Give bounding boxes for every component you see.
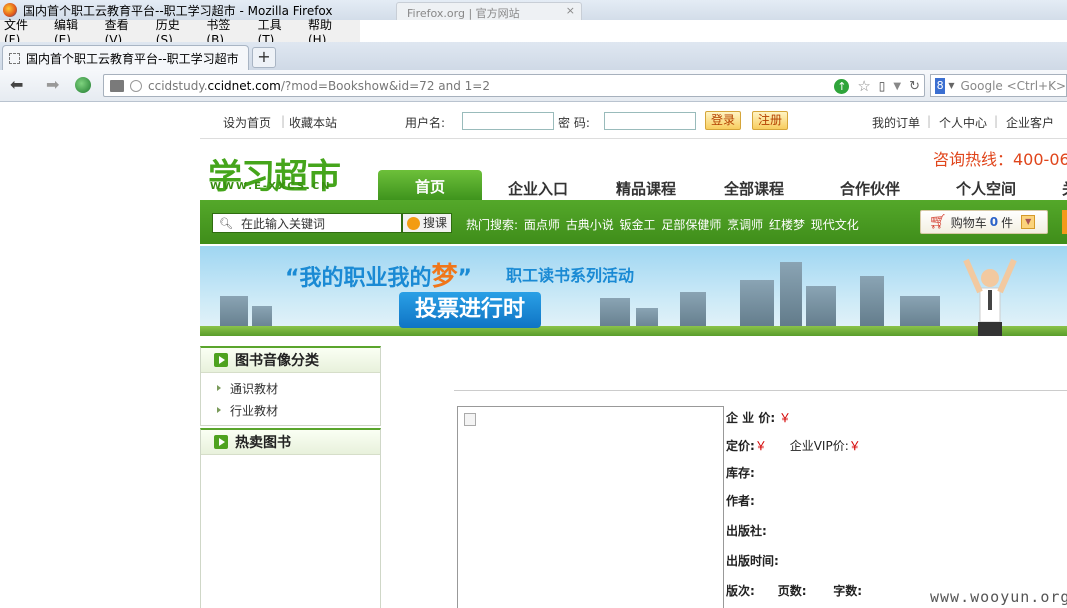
url-bar[interactable]: ccidstudy.ccidnet.com/?mod=Bookshow&id=7…: [103, 74, 925, 97]
back-arrow-icon[interactable]: ⬅: [10, 77, 23, 93]
hot-search-terms[interactable]: 面点师 古典小说 钣金工 足部保健师 烹调师 红楼梦 现代文化: [524, 218, 859, 232]
promo-banner[interactable]: “我的职业我的梦” 职工读书系列活动 投票进行时: [200, 246, 1067, 336]
category-item-industry[interactable]: 行业教材: [201, 399, 380, 421]
grass-decoration: [200, 326, 1067, 336]
add-favorite-link[interactable]: 收藏本站: [289, 114, 337, 131]
url-text[interactable]: ccidstudy.ccidnet.com/?mod=Bookshow&id=7…: [148, 79, 490, 93]
nav-all-courses[interactable]: 全部课程: [724, 178, 784, 199]
category-panel-title: 图书音像分类: [235, 353, 319, 369]
register-button[interactable]: 注册: [752, 111, 789, 130]
divider: |: [994, 114, 999, 128]
course-search-input[interactable]: 🔍︎ 在此输入关键词: [212, 213, 402, 233]
navigation-bar: ⬅ ➡ ccidstudy.ccidnet.com/?mod=Bookshow&…: [0, 70, 1067, 102]
cart-label: 购物车: [950, 215, 987, 230]
browser-search-placeholder: Google <Ctrl+K>: [960, 78, 1066, 93]
content-divider: [454, 390, 1067, 391]
banner-title: “我的职业我的梦”: [285, 262, 472, 292]
hotline-text: 咨询热线：400-06: [933, 150, 1067, 169]
hot-books-panel-header: 热卖图书: [201, 430, 380, 455]
nav-home[interactable]: 首页: [378, 170, 482, 201]
forward-arrow-icon[interactable]: ➡: [46, 77, 59, 93]
active-tab-label: 国内首个职工云教育平台--职工学习超市: [26, 51, 239, 66]
hot-books-panel-title: 热卖图书: [235, 435, 291, 451]
menu-bar: 文件(F) 编辑(E) 查看(V) 历史(S) 书签(B) 工具(T) 帮助(H…: [0, 18, 360, 47]
nav-partners[interactable]: 合作伙伴: [840, 178, 900, 199]
dropdown-arrow-icon[interactable]: ▼: [893, 81, 901, 92]
hot-books-panel: 热卖图书: [200, 428, 381, 608]
page-favicon-icon: [9, 52, 20, 64]
shopping-cart[interactable]: 🛒︎ 购物车 0 件 ▼: [920, 210, 1048, 234]
stock-row: 库存:: [726, 466, 755, 480]
search-bar-strip: 🔍︎ 在此输入关键词 搜课 热门搜索: 面点师 古典小说 钣金工 足部保健师 烹…: [200, 200, 1067, 244]
building-decoration: [780, 262, 802, 336]
search-course-button[interactable]: 搜课: [402, 213, 452, 233]
personal-center-link[interactable]: 个人中心: [939, 114, 987, 131]
mobile-icon[interactable]: ▯: [879, 79, 886, 93]
username-input[interactable]: [462, 112, 554, 130]
nav-enterprise[interactable]: 企业入口: [508, 178, 568, 199]
publisher-row: 出版社:: [726, 524, 767, 538]
publish-date-row: 出版时间:: [726, 554, 779, 568]
cart-count: 0: [989, 215, 999, 229]
hot-search-label: 热门搜索:: [466, 218, 519, 232]
nav-featured-courses[interactable]: 精品课程: [616, 178, 676, 199]
nav-more[interactable]: 关: [1062, 178, 1067, 199]
go-arrow-icon[interactable]: ↑: [834, 78, 850, 94]
main-nav: 首页 企业入口 精品课程 全部课程 合作伙伴 个人空间 关: [378, 170, 1067, 201]
banner-vote-button[interactable]: 投票进行时: [399, 292, 541, 328]
play-icon: [214, 353, 228, 367]
password-label: 密 码:: [558, 116, 590, 130]
corporate-client-link[interactable]: 企业客户: [1006, 114, 1054, 131]
cart-dropdown-icon[interactable]: ▼: [1021, 215, 1036, 229]
banner-subtitle: 职工读书系列活动: [506, 266, 635, 285]
list-price-row: 定价:￥ 企业VIP价:￥: [726, 439, 861, 453]
category-panel: 图书音像分类 通识教材 行业教材: [200, 346, 381, 426]
cart-unit: 件: [1001, 215, 1014, 230]
addon-shield-icon[interactable]: [75, 77, 91, 93]
page-info-icon[interactable]: [110, 79, 124, 92]
category-panel-header: 图书音像分类: [201, 348, 380, 373]
site-logo-url: WWW.E-XXCS.CN: [210, 181, 332, 192]
username-label: 用户名:: [405, 116, 446, 130]
set-homepage-link[interactable]: 设为首页: [223, 114, 271, 131]
bookmark-star-icon[interactable]: ☆: [857, 77, 870, 95]
site-top-bar: 设为首页 | 收藏本站 用户名: 密 码: 登录 注册 我的订单 | 个人中心 …: [200, 103, 1067, 139]
globe-icon: [130, 79, 142, 92]
broken-image-icon: [464, 413, 476, 426]
play-icon: [214, 435, 228, 449]
background-tab-label: Firefox.org | 官方网站: [407, 7, 520, 20]
watermark: www.wooyun.org: [930, 588, 1067, 606]
corporate-price-row: 企 业 价: ￥: [726, 411, 791, 425]
active-tab[interactable]: 国内首个职工云教育平台--职工学习超市: [2, 45, 249, 70]
course-search-placeholder: 在此输入关键词: [240, 216, 325, 231]
browser-search-bar[interactable]: 8 ▼ Google <Ctrl+K>: [930, 74, 1067, 97]
engine-dropdown-icon[interactable]: ▼: [948, 81, 954, 90]
search-icon: 🔍︎: [219, 216, 233, 230]
google-icon[interactable]: 8: [935, 77, 946, 94]
background-tab[interactable]: Firefox.org | 官方网站 ×: [396, 2, 582, 20]
author-row: 作者:: [726, 494, 755, 508]
my-orders-link[interactable]: 我的订单: [872, 114, 920, 131]
cheering-man-illustration: [963, 258, 1017, 336]
web-page: 设为首页 | 收藏本站 用户名: 密 码: 登录 注册 我的订单 | 个人中心 …: [200, 103, 1067, 608]
nav-personal-space[interactable]: 个人空间: [956, 178, 1016, 199]
search-course-label: 搜课: [423, 216, 448, 230]
cart-edge-decoration: [1062, 210, 1067, 234]
divider: |: [927, 114, 932, 128]
close-icon[interactable]: ×: [566, 4, 575, 17]
category-item-general[interactable]: 通识教材: [201, 377, 380, 399]
hot-search: 热门搜索: 面点师 古典小说 钣金工 足部保健师 烹调师 红楼梦 现代文化: [466, 216, 859, 233]
tab-strip: 国内首个职工云教育平台--职工学习超市 +: [0, 42, 1067, 70]
divider: |: [281, 114, 286, 128]
search-button-icon: [407, 216, 420, 230]
edition-row: 版次: 页数: 字数:: [726, 584, 863, 598]
new-tab-button[interactable]: +: [252, 47, 276, 68]
book-cover-image: [457, 406, 724, 608]
login-button[interactable]: 登录: [705, 111, 742, 130]
reload-icon[interactable]: ↻: [909, 79, 920, 94]
cart-icon: 🛒︎: [929, 214, 947, 230]
password-input[interactable]: [604, 112, 696, 130]
